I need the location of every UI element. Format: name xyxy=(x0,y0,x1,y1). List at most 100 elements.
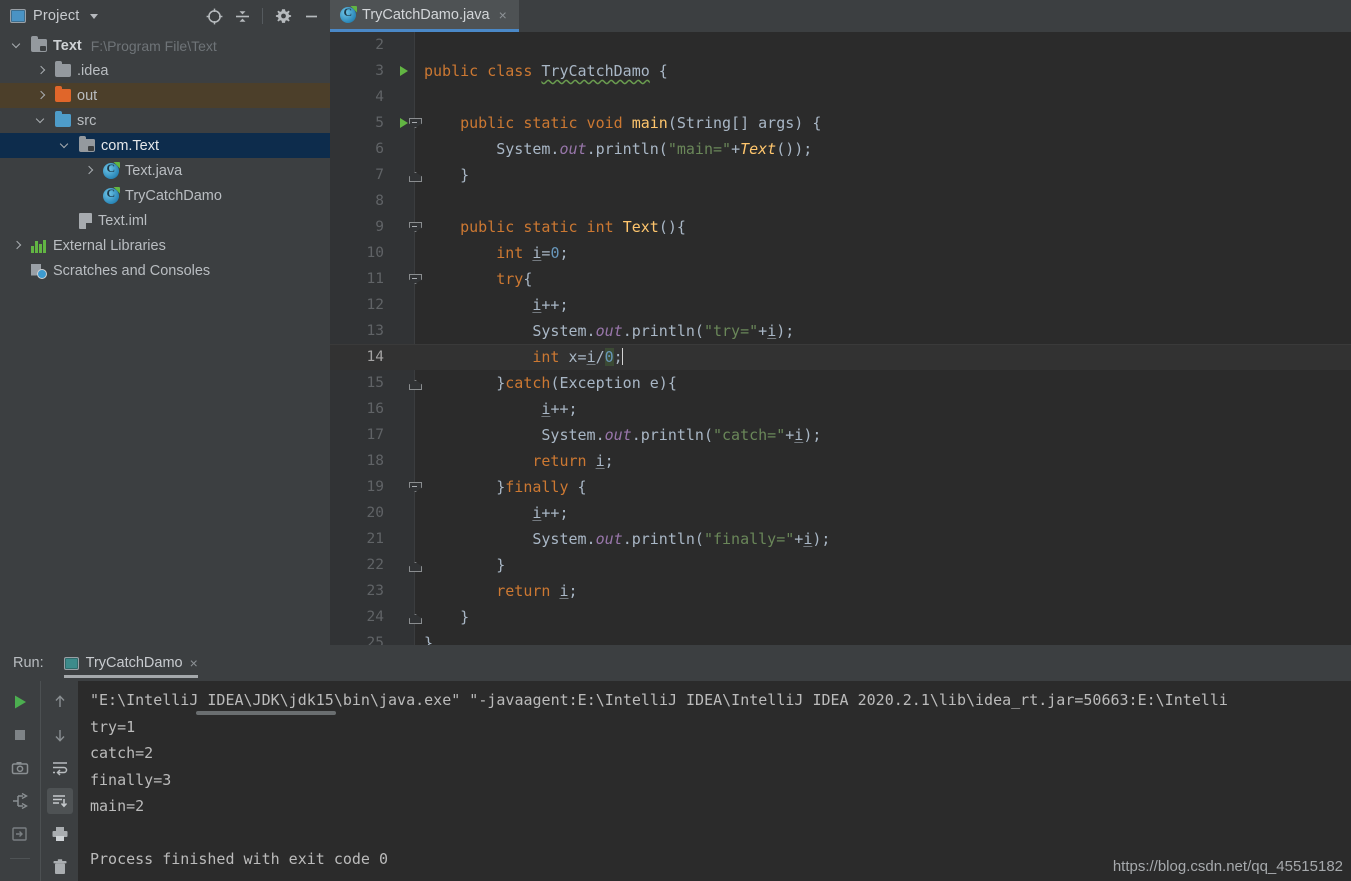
line-number[interactable]: 22 xyxy=(330,552,384,578)
rerun-icon[interactable] xyxy=(7,689,33,715)
line-number[interactable]: 13 xyxy=(330,318,384,344)
thread-dump-icon[interactable] xyxy=(7,788,33,814)
line-number[interactable]: 18 xyxy=(330,448,384,474)
code-line-7[interactable]: 7 } xyxy=(330,162,1351,188)
code-line-5[interactable]: 5 public static void main(String[] args)… xyxy=(330,110,1351,136)
fold-end-icon[interactable] xyxy=(408,376,421,390)
gear-icon[interactable] xyxy=(270,3,296,29)
project-panel-title-group[interactable]: Project xyxy=(10,8,98,24)
code-line-18[interactable]: 18 return i; xyxy=(330,448,1351,474)
tree-item--idea[interactable]: .idea xyxy=(0,58,330,83)
fold-end-icon[interactable] xyxy=(408,558,421,572)
chevron-right-icon[interactable] xyxy=(35,89,48,102)
up-arrow-icon[interactable] xyxy=(47,689,73,715)
line-number[interactable]: 2 xyxy=(330,32,384,58)
code-line-14[interactable]: 14 int x=i/0; xyxy=(330,344,1351,370)
line-number[interactable]: 23 xyxy=(330,578,384,604)
fold-start-icon[interactable] xyxy=(408,272,421,286)
close-icon[interactable]: × xyxy=(499,8,507,22)
stop-icon[interactable] xyxy=(7,722,33,748)
code-line-4[interactable]: 4 xyxy=(330,84,1351,110)
code-viewport[interactable]: 2 3 public class TryCatchDamo {4 5 public s… xyxy=(330,32,1351,645)
code-line-3[interactable]: 3 public class TryCatchDamo { xyxy=(330,58,1351,84)
camera-dump-icon[interactable] xyxy=(7,755,33,781)
line-number[interactable]: 12 xyxy=(330,292,384,318)
console-scrollbar[interactable] xyxy=(196,711,336,715)
code-line-11[interactable]: 11 try{ xyxy=(330,266,1351,292)
code-line-23[interactable]: 23 return i; xyxy=(330,578,1351,604)
line-number[interactable]: 14 xyxy=(330,344,384,370)
tree-item-external-libraries[interactable]: External Libraries xyxy=(0,233,330,258)
chevron-right-icon[interactable] xyxy=(11,239,24,252)
run-gutter-icon[interactable] xyxy=(400,66,408,76)
chevron-down-icon[interactable] xyxy=(11,39,24,52)
line-number[interactable]: 24 xyxy=(330,604,384,630)
code-line-16[interactable]: 16 i++; xyxy=(330,396,1351,422)
line-number[interactable]: 11 xyxy=(330,266,384,292)
fold-end-icon[interactable] xyxy=(408,610,421,624)
chevron-down-icon[interactable] xyxy=(89,13,98,19)
code-line-20[interactable]: 20 i++; xyxy=(330,500,1351,526)
editor-tab-trycatchdamo[interactable]: TryCatchDamo.java × xyxy=(330,0,519,32)
line-number[interactable]: 20 xyxy=(330,500,384,526)
fold-start-icon[interactable] xyxy=(408,116,421,130)
line-number[interactable]: 17 xyxy=(330,422,384,448)
fold-start-icon[interactable] xyxy=(408,220,421,234)
code-line-25[interactable]: 25} xyxy=(330,630,1351,645)
code-line-6[interactable]: 6 System.out.println("main="+Text()); xyxy=(330,136,1351,162)
close-icon[interactable]: × xyxy=(190,655,198,671)
tree-item-text[interactable]: Text F:\Program File\Text xyxy=(0,33,330,58)
line-number[interactable]: 8 xyxy=(330,188,384,214)
tree-item-trycatchdamo[interactable]: TryCatchDamo xyxy=(0,183,330,208)
down-arrow-icon[interactable] xyxy=(47,722,73,748)
line-number[interactable]: 25 xyxy=(330,630,384,645)
line-number[interactable]: 16 xyxy=(330,396,384,422)
tree-item-text-java[interactable]: Text.java xyxy=(0,158,330,183)
tree-item-src[interactable]: src xyxy=(0,108,330,133)
tree-item-scratches-and-consoles[interactable]: Scratches and Consoles xyxy=(0,258,330,283)
line-number[interactable]: 10 xyxy=(330,240,384,266)
chevron-down-icon[interactable] xyxy=(59,139,72,152)
trash-icon[interactable] xyxy=(47,854,73,880)
locate-icon[interactable] xyxy=(201,3,227,29)
code-line-21[interactable]: 21 System.out.println("finally="+i); xyxy=(330,526,1351,552)
code-line-17[interactable]: 17 System.out.println("catch="+i); xyxy=(330,422,1351,448)
print-icon[interactable] xyxy=(47,821,73,847)
tree-item-text-iml[interactable]: Text.iml xyxy=(0,208,330,233)
code-line-2[interactable]: 2 xyxy=(330,32,1351,58)
soft-wrap-icon[interactable] xyxy=(47,755,73,781)
hide-icon[interactable] xyxy=(298,3,324,29)
project-tree[interactable]: Text F:\Program File\Text .idea out src com.T… xyxy=(0,33,330,645)
run-gutter-icon[interactable] xyxy=(400,118,408,128)
fold-end-icon[interactable] xyxy=(408,168,421,182)
code-line-22[interactable]: 22 } xyxy=(330,552,1351,578)
run-console[interactable]: "E:\IntelliJ IDEA\JDK\jdk15\bin\java.exe… xyxy=(78,681,1351,881)
line-number[interactable]: 3 xyxy=(330,58,384,84)
run-configuration-tab[interactable]: TryCatchDamo × xyxy=(63,655,198,678)
code-line-8[interactable]: 8 xyxy=(330,188,1351,214)
line-number[interactable]: 7 xyxy=(330,162,384,188)
collapse-all-icon[interactable] xyxy=(229,3,255,29)
code-line-13[interactable]: 13 System.out.println("try="+i); xyxy=(330,318,1351,344)
code-line-12[interactable]: 12 i++; xyxy=(330,292,1351,318)
line-number[interactable]: 6 xyxy=(330,136,384,162)
export-icon[interactable] xyxy=(7,821,33,847)
code-line-15[interactable]: 15 }catch(Exception e){ xyxy=(330,370,1351,396)
line-number[interactable]: 4 xyxy=(330,84,384,110)
chevron-right-icon[interactable] xyxy=(35,64,48,77)
fold-start-icon[interactable] xyxy=(408,480,421,494)
code-line-24[interactable]: 24 } xyxy=(330,604,1351,630)
line-number[interactable]: 15 xyxy=(330,370,384,396)
code-line-9[interactable]: 9 public static int Text(){ xyxy=(330,214,1351,240)
tree-item-com-text[interactable]: com.Text xyxy=(0,133,330,158)
code-line-19[interactable]: 19 }finally { xyxy=(330,474,1351,500)
tree-item-out[interactable]: out xyxy=(0,83,330,108)
chevron-right-icon[interactable] xyxy=(83,164,96,177)
line-number[interactable]: 5 xyxy=(330,110,384,136)
code-lines[interactable]: 2 3 public class TryCatchDamo {4 5 public s… xyxy=(330,32,1351,645)
code-line-10[interactable]: 10 int i=0; xyxy=(330,240,1351,266)
line-number[interactable]: 19 xyxy=(330,474,384,500)
line-number[interactable]: 9 xyxy=(330,214,384,240)
scroll-to-end-icon[interactable] xyxy=(46,788,73,814)
chevron-down-icon[interactable] xyxy=(35,114,48,127)
